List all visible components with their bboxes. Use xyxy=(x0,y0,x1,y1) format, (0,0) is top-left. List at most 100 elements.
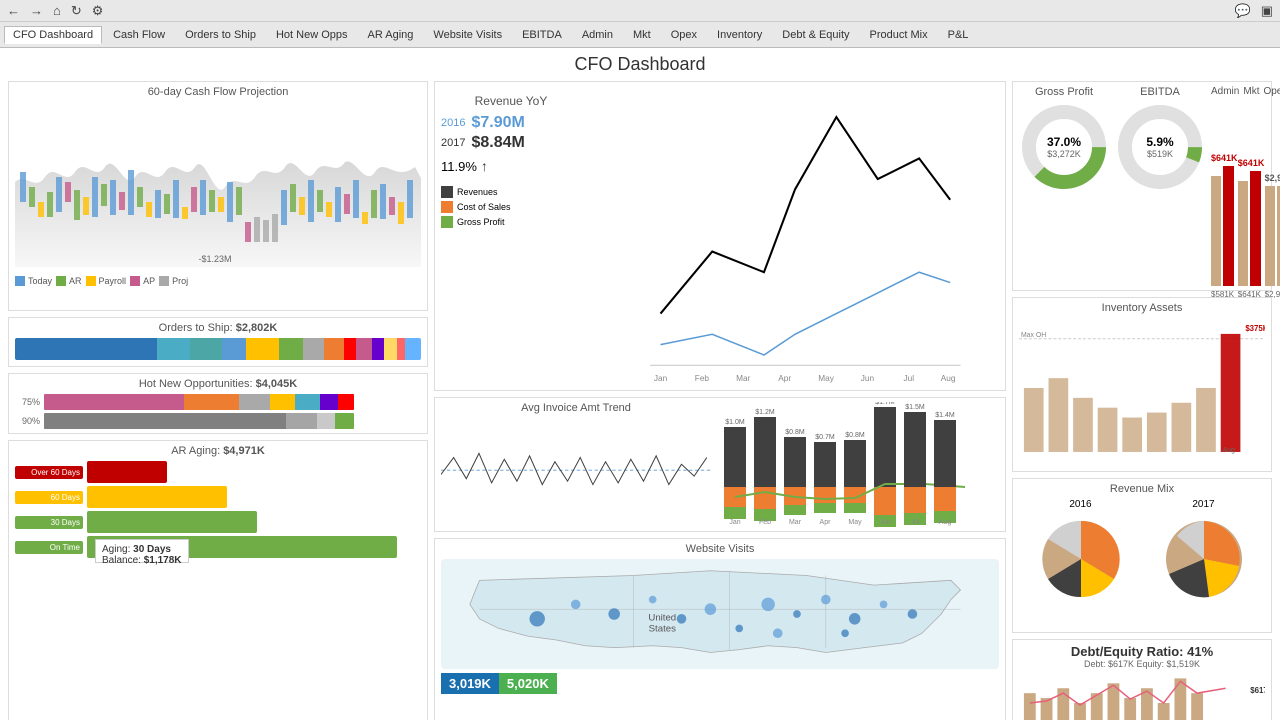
visits-stats: 3,019K 5,020K xyxy=(441,673,999,694)
rev-2017-label: 2017 xyxy=(441,137,465,149)
right-column: Gross Profit 37.0% $3,272K xyxy=(1012,81,1272,720)
tab-ebitda[interactable]: EBITDA xyxy=(513,26,571,44)
legend-ap: AP xyxy=(130,276,155,286)
mkt-budget-bar xyxy=(1238,181,1248,286)
tab-inventory[interactable]: Inventory xyxy=(708,26,771,44)
svg-text:Aug: Aug xyxy=(941,374,956,383)
tab-cfo-dashboard[interactable]: CFO Dashboard xyxy=(4,26,102,44)
svg-text:Jan: Jan xyxy=(654,374,668,383)
cashflow-svg: -$1.23M xyxy=(15,102,421,267)
mkt-bars: $641K $641K xyxy=(1238,171,1261,286)
rev-arrow: ↑ xyxy=(481,158,488,174)
mkt-actual-label: $641K xyxy=(1238,158,1265,168)
avg-invoice-svg xyxy=(441,416,711,516)
opex-bars: $2,932K $2,932K xyxy=(1265,186,1280,286)
legend-payroll: Payroll xyxy=(86,276,127,286)
tab-mkt[interactable]: Mkt xyxy=(624,26,660,44)
avg-invoice-title: Avg Invoice Amt Trend xyxy=(441,402,711,414)
debt-equity-detail: Debt: $617K Equity: $1,519K xyxy=(1019,659,1265,669)
forward-button[interactable]: → xyxy=(27,3,46,18)
svg-text:United: United xyxy=(648,613,676,624)
debt-equity-title: Debt/Equity Ratio: 41% xyxy=(1019,644,1265,659)
svg-text:$0.8M: $0.8M xyxy=(785,429,805,436)
gp-percent: 37.0% xyxy=(1047,135,1081,149)
legend-cos-label: Cost of Sales xyxy=(457,202,511,212)
debt-equity-panel: Debt/Equity Ratio: 41% Debt: $617K Equit… xyxy=(1012,639,1272,720)
inventory-panel: Inventory Assets Max OH $375K xyxy=(1012,297,1272,472)
aging-30days: 30 Days Aging: 30 Days Balance: $1,178K xyxy=(15,511,421,533)
home-button[interactable]: ⌂ xyxy=(50,3,64,18)
svg-text:Jul: Jul xyxy=(911,519,920,526)
revenue-chart: Jan Feb Mar Apr May Jun Jul Aug xyxy=(591,86,999,386)
svg-text:$0.7M: $0.7M xyxy=(815,434,835,441)
ebitda-value: $519K xyxy=(1146,149,1173,159)
chat-button[interactable]: 💬 xyxy=(1232,3,1254,19)
mix-2017-pie xyxy=(1159,514,1249,604)
aging-60days: 60 Days xyxy=(15,486,421,508)
mkt-label: Mkt xyxy=(1243,86,1259,97)
rev-growth: 11.9% xyxy=(441,159,477,174)
legend-cos-color xyxy=(441,201,453,213)
revenue-panel: Revenue YoY 2016 $7.90M 2017 $8.84M 11.9… xyxy=(434,81,1006,391)
tab-ar-aging[interactable]: AR Aging xyxy=(359,26,423,44)
mix-2016-label: 2016 xyxy=(1036,499,1126,510)
admin-budget-bar xyxy=(1211,176,1221,286)
revenue-stacked-bars: Jan Feb Mar Apr May Jun Jul Aug $1.0M $1… xyxy=(719,402,999,527)
rev-2016-amount: $7.90M xyxy=(471,114,524,132)
tab-opex[interactable]: Opex xyxy=(662,26,706,44)
svg-text:May: May xyxy=(848,519,862,526)
cashflow-chart: -$1.23M xyxy=(15,102,421,272)
legend-today: Today xyxy=(15,276,52,286)
revenue-mix-title: Revenue Mix xyxy=(1019,483,1265,495)
svg-text:States: States xyxy=(649,623,676,634)
svg-text:Jun: Jun xyxy=(861,374,875,383)
tab-cash-flow[interactable]: Cash Flow xyxy=(104,26,174,44)
revenue-stats: Revenue YoY 2016 $7.90M 2017 $8.84M 11.9… xyxy=(441,86,581,386)
inventory-title: Inventory Assets xyxy=(1019,302,1265,314)
cashflow-legend: Today AR Payroll AP xyxy=(15,276,421,286)
tab-website-visits[interactable]: Website Visits xyxy=(424,26,511,44)
gp-value: $3,272K xyxy=(1047,149,1081,159)
gross-ebitda-panel: Gross Profit 37.0% $3,272K xyxy=(1012,81,1272,291)
aging-over60: Over 60 Days xyxy=(15,461,421,483)
left-column: 60-day Cash Flow Projection xyxy=(8,81,428,720)
back-button[interactable]: ← xyxy=(4,3,23,18)
svg-text:$1.0M: $1.0M xyxy=(725,419,745,426)
mkt-actual-bar xyxy=(1250,171,1260,286)
svg-text:Mar: Mar xyxy=(789,519,802,526)
svg-text:Jan: Jan xyxy=(729,519,740,526)
tab-product-mix[interactable]: Product Mix xyxy=(861,26,937,44)
dept-section: Admin Mkt Opex $641K xyxy=(1211,86,1280,286)
tab-hot-new-opps[interactable]: Hot New Opps xyxy=(267,26,357,44)
invoice-panel: Avg Invoice Amt Trend xyxy=(434,397,1006,532)
tab-pl[interactable]: P&L xyxy=(939,26,978,44)
legend-ar: AR xyxy=(56,276,82,286)
gross-profit-title: Gross Profit xyxy=(1019,86,1109,98)
opps-panel: Hot New Opportunities: $4,045K 75% xyxy=(8,373,428,434)
map-container: United States xyxy=(441,559,999,669)
mix-2017: 2017 xyxy=(1159,499,1249,604)
svg-text:$1.5M: $1.5M xyxy=(905,404,925,411)
opps-bars: 75% 90% xyxy=(15,394,421,429)
expand-button[interactable]: ▣ xyxy=(1258,3,1276,19)
svg-text:$1.2M: $1.2M xyxy=(755,409,775,416)
revenue-mix-panel: Revenue Mix 2016 xyxy=(1012,478,1272,633)
website-visits-panel: Website Visits xyxy=(434,538,1006,720)
top-bar: ← → ⌂ ↻ ⚙ 💬 ▣ xyxy=(0,0,1280,22)
revenue-yoy-title: Revenue YoY xyxy=(441,94,581,108)
opex-budget-bar xyxy=(1265,186,1275,286)
rev-2017-amount: $8.84M xyxy=(471,134,524,152)
admin-actual-bar xyxy=(1223,166,1233,286)
svg-text:Max OH: Max OH xyxy=(1021,332,1046,339)
tab-debt-equity[interactable]: Debt & Equity xyxy=(773,26,858,44)
svg-text:$1.7M: $1.7M xyxy=(875,402,895,406)
admin-actual-label: $641K xyxy=(1211,153,1238,163)
svg-text:$617K: $617K xyxy=(1250,686,1265,695)
tab-admin[interactable]: Admin xyxy=(573,26,622,44)
refresh-button[interactable]: ↻ xyxy=(68,3,85,19)
visits-stat-2: 5,020K xyxy=(499,673,557,694)
tab-orders-to-ship[interactable]: Orders to Ship xyxy=(176,26,265,44)
svg-text:Mar: Mar xyxy=(736,374,750,383)
orders-bar xyxy=(15,338,421,360)
settings-button[interactable]: ⚙ xyxy=(89,3,107,19)
